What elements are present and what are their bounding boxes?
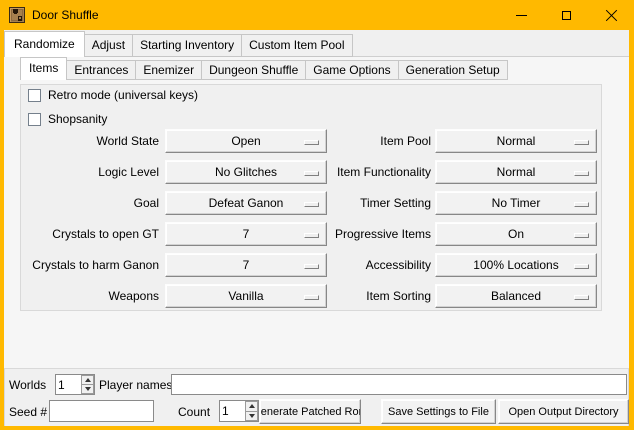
maximize-button[interactable] <box>544 0 589 30</box>
door-shuffle-window: Door Shuffle Randomize Adjust Starting I… <box>0 0 634 430</box>
window-border <box>629 30 634 430</box>
item-pool-value: Normal <box>497 134 536 148</box>
minimize-button[interactable] <box>499 0 544 30</box>
dropdown-indicator-icon <box>574 295 589 300</box>
option-row: Logic Level No Glitches Item Functionali… <box>21 160 601 184</box>
item-pool-dropdown[interactable]: Normal <box>435 129 597 153</box>
option-row: Goal Defeat Ganon Timer Setting No Timer <box>21 191 601 215</box>
item-sorting-label: Item Sorting <box>255 284 431 308</box>
item-sorting-value: Balanced <box>491 289 541 303</box>
seed-input[interactable] <box>50 401 153 421</box>
dropdown-indicator-icon <box>574 202 589 207</box>
item-sorting-dropdown[interactable]: Balanced <box>435 284 597 308</box>
count-input[interactable] <box>220 401 245 421</box>
item-pool-label: Item Pool <box>255 129 431 153</box>
item-functionality-value: Normal <box>497 165 536 179</box>
dropdown-indicator-icon <box>574 264 589 269</box>
progressive-items-value: On <box>508 227 524 241</box>
worlds-input[interactable] <box>56 375 81 394</box>
seed-label: Seed # <box>9 401 47 423</box>
tab-starting-inventory[interactable]: Starting Inventory <box>132 34 242 57</box>
retro-mode-checkbox[interactable] <box>28 89 41 102</box>
accessibility-dropdown[interactable]: 100% Locations <box>435 253 597 277</box>
tab-custom-item-pool[interactable]: Custom Item Pool <box>241 34 352 57</box>
window-border <box>0 426 634 430</box>
goal-label: Goal <box>21 191 159 215</box>
progressive-items-label: Progressive Items <box>255 222 431 246</box>
tab-adjust[interactable]: Adjust <box>84 34 133 57</box>
crystals-gt-value: 7 <box>243 227 250 241</box>
retro-mode-label: Retro mode (universal keys) <box>48 89 198 102</box>
item-functionality-dropdown[interactable]: Normal <box>435 160 597 184</box>
option-row: World State Open Item Pool Normal <box>21 129 601 153</box>
shopsanity-checkbox[interactable] <box>28 113 41 126</box>
tab-generation-setup[interactable]: Generation Setup <box>398 60 508 80</box>
tab-game-options[interactable]: Game Options <box>305 60 398 80</box>
count-spinbox[interactable] <box>219 400 259 422</box>
dropdown-indicator-icon <box>574 233 589 238</box>
timer-setting-dropdown[interactable]: No Timer <box>435 191 597 215</box>
shopsanity-checkbox-row[interactable]: Shopsanity <box>28 112 107 126</box>
worlds-label: Worlds <box>9 374 46 396</box>
count-spin-down-button[interactable] <box>245 411 258 422</box>
crystals-gt-label: Crystals to open GT <box>21 222 159 246</box>
retro-mode-checkbox-row[interactable]: Retro mode (universal keys) <box>28 88 198 102</box>
crystals-ganon-value: 7 <box>243 258 250 272</box>
tab-dungeon-shuffle[interactable]: Dungeon Shuffle <box>201 60 306 80</box>
logic-level-label: Logic Level <box>21 160 159 184</box>
spin-up-icon <box>249 404 255 408</box>
accessibility-value: 100% Locations <box>473 258 558 272</box>
shopsanity-label: Shopsanity <box>48 113 107 126</box>
spin-down-icon <box>85 387 91 391</box>
close-icon <box>605 9 618 22</box>
dropdown-indicator-icon <box>574 140 589 145</box>
tab-items[interactable]: Items <box>20 57 67 80</box>
spin-up-icon <box>85 378 91 382</box>
tab-entrances[interactable]: Entrances <box>66 60 136 80</box>
tab-enemizer[interactable]: Enemizer <box>135 60 202 80</box>
minimize-icon <box>516 15 527 16</box>
item-functionality-label: Item Functionality <box>255 160 431 184</box>
weapons-label: Weapons <box>21 284 159 308</box>
app-icon <box>9 7 25 23</box>
accessibility-label: Accessibility <box>255 253 431 277</box>
player-names-input[interactable] <box>172 375 626 394</box>
crystals-ganon-label: Crystals to harm Ganon <box>21 253 159 277</box>
dropdown-indicator-icon <box>574 171 589 176</box>
outer-tabs: Randomize Adjust Starting Inventory Cust… <box>4 31 352 57</box>
player-names-label: Player names <box>99 374 172 396</box>
generate-patched-rom-button[interactable]: Generate Patched Rom <box>259 399 361 424</box>
bottom-bar: Worlds Player names Seed # Count Generat… <box>4 368 629 426</box>
worlds-spinbox[interactable] <box>55 374 95 395</box>
open-output-directory-button[interactable]: Open Output Directory <box>498 399 629 424</box>
progressive-items-dropdown[interactable]: On <box>435 222 597 246</box>
count-label: Count <box>178 401 210 423</box>
tab-randomize[interactable]: Randomize <box>4 31 85 57</box>
inner-tabs: Items Entrances Enemizer Dungeon Shuffle… <box>20 57 507 80</box>
maximize-icon <box>562 11 571 20</box>
window-title: Door Shuffle <box>32 0 99 30</box>
world-state-label: World State <box>21 129 159 153</box>
items-panel: Retro mode (universal keys) Shopsanity W… <box>20 84 602 311</box>
worlds-spin-down-button[interactable] <box>81 384 94 394</box>
timer-setting-value: No Timer <box>492 196 541 210</box>
player-names-field[interactable] <box>171 374 627 395</box>
option-row: Crystals to harm Ganon 7 Accessibility 1… <box>21 253 601 277</box>
titlebar[interactable]: Door Shuffle <box>0 0 634 30</box>
option-row: Weapons Vanilla Item Sorting Balanced <box>21 284 601 308</box>
window-border <box>0 30 4 430</box>
timer-setting-label: Timer Setting <box>255 191 431 215</box>
close-button[interactable] <box>589 0 634 30</box>
save-settings-button[interactable]: Save Settings to File <box>381 399 496 424</box>
option-row: Crystals to open GT 7 Progressive Items … <box>21 222 601 246</box>
spin-down-icon <box>249 414 255 418</box>
seed-field[interactable] <box>49 400 154 422</box>
